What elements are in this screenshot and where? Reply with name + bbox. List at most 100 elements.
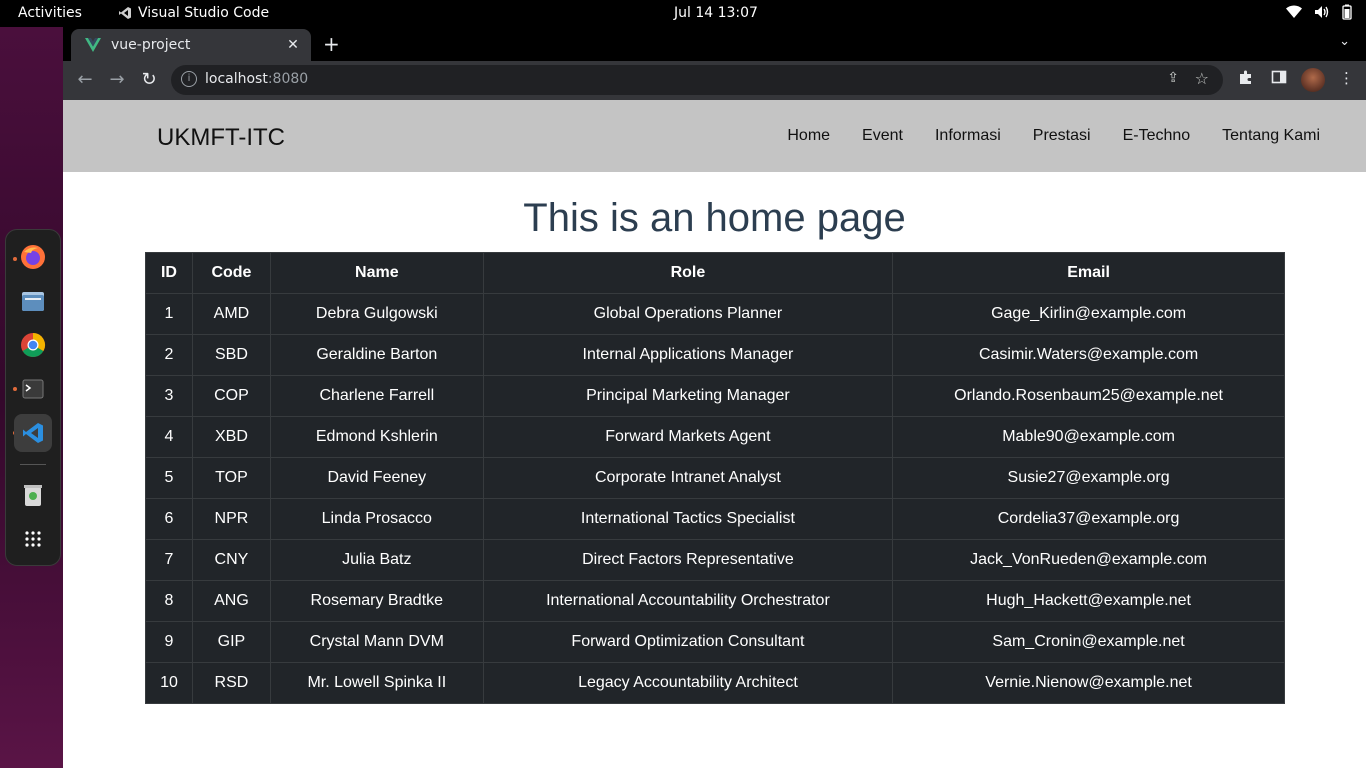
files-icon[interactable] bbox=[14, 282, 52, 320]
more-menu-icon[interactable]: ⋮ bbox=[1339, 69, 1354, 87]
cell-role: Global Operations Planner bbox=[482, 293, 894, 335]
cell-role: Principal Marketing Manager bbox=[482, 375, 894, 417]
bookmark-star-icon[interactable]: ☆ bbox=[1195, 69, 1209, 88]
forward-arrow-icon[interactable]: → bbox=[105, 69, 129, 93]
cell-id: 6 bbox=[145, 498, 193, 540]
column-header-name: Name bbox=[269, 252, 484, 294]
address-bar[interactable]: i localhost:8080 ⇪ ☆ bbox=[171, 65, 1223, 95]
cell-name: Charlene Farrell bbox=[269, 375, 484, 417]
table-row: 2 SBD Geraldine Barton Internal Application… bbox=[145, 334, 1285, 376]
browser-toolbar: ← → ↻ i localhost:8080 ⇪ ☆ ⋮ bbox=[63, 61, 1366, 100]
close-tab-icon[interactable]: ✕ bbox=[283, 37, 303, 53]
new-tab-icon[interactable]: + bbox=[323, 32, 340, 56]
reload-icon[interactable]: ↻ bbox=[137, 69, 161, 93]
dock-separator bbox=[20, 464, 46, 465]
cell-email: Gage_Kirlin@example.com bbox=[892, 293, 1285, 335]
cell-email: Vernie.Nienow@example.net bbox=[892, 662, 1285, 704]
app-grid-icon[interactable] bbox=[14, 520, 52, 558]
tab-vue-project[interactable]: vue-project ✕ bbox=[71, 29, 311, 61]
site-info-icon[interactable]: i bbox=[181, 71, 197, 87]
system-top-bar: Activities Visual Studio Code Jul 14 13:… bbox=[0, 0, 1366, 27]
table-row: 10 RSD Mr. Lowell Spinka II Legacy Accounta… bbox=[145, 662, 1285, 704]
cell-code: GIP bbox=[191, 621, 271, 663]
share-icon[interactable]: ⇪ bbox=[1167, 70, 1179, 86]
cell-email: Hugh_Hackett@example.net bbox=[892, 580, 1285, 622]
cell-name: Debra Gulgowski bbox=[269, 293, 484, 335]
terminal-icon[interactable] bbox=[14, 370, 52, 408]
column-header-code: Code bbox=[191, 252, 271, 294]
site-navbar: UKMFT-ITC Home Event Informasi Prestasi … bbox=[63, 100, 1366, 172]
table-row: 9 GIP Crystal Mann DVM Forward Optimization… bbox=[145, 621, 1285, 663]
volume-icon bbox=[1314, 5, 1330, 23]
cell-name: Mr. Lowell Spinka II bbox=[269, 662, 484, 704]
cell-email: Orlando.Rosenbaum25@example.net bbox=[892, 375, 1285, 417]
back-arrow-icon[interactable]: ← bbox=[73, 69, 97, 93]
side-panel-icon[interactable] bbox=[1271, 69, 1287, 89]
cell-email: Casimir.Waters@example.com bbox=[892, 334, 1285, 376]
cell-email: Cordelia37@example.org bbox=[892, 498, 1285, 540]
extensions-puzzle-icon[interactable] bbox=[1238, 69, 1254, 89]
web-page: UKMFT-ITC Home Event Informasi Prestasi … bbox=[63, 100, 1366, 768]
nav-link-e-techno[interactable]: E-Techno bbox=[1123, 127, 1191, 145]
cell-code: COP bbox=[191, 375, 271, 417]
url-text: localhost:8080 bbox=[205, 71, 308, 87]
tab-strip: vue-project ✕ + ⌄ bbox=[63, 27, 1366, 61]
table-row: 5 TOP David Feeney Corporate Intranet Analy… bbox=[145, 457, 1285, 499]
cell-id: 8 bbox=[145, 580, 193, 622]
cell-role: International Tactics Specialist bbox=[482, 498, 894, 540]
cell-name: David Feeney bbox=[269, 457, 484, 499]
activities-button[interactable]: Activities bbox=[18, 5, 82, 21]
trash-icon[interactable] bbox=[14, 476, 52, 514]
table-row: 1 AMD Debra Gulgowski Global Operations Pla… bbox=[145, 293, 1285, 335]
cell-code: NPR bbox=[191, 498, 271, 540]
firefox-icon[interactable] bbox=[14, 238, 52, 276]
clock[interactable]: Jul 14 13:07 bbox=[674, 5, 758, 21]
cell-code: CNY bbox=[191, 539, 271, 581]
dock bbox=[5, 229, 61, 566]
cell-name: Geraldine Barton bbox=[269, 334, 484, 376]
table-row: 4 XBD Edmond Kshlerin Forward Markets Agent… bbox=[145, 416, 1285, 458]
system-tray[interactable] bbox=[1286, 4, 1352, 24]
cell-id: 5 bbox=[145, 457, 193, 499]
cell-name: Edmond Kshlerin bbox=[269, 416, 484, 458]
cell-name: Rosemary Bradtke bbox=[269, 580, 484, 622]
vscode-icon[interactable] bbox=[14, 414, 52, 452]
chrome-icon[interactable] bbox=[14, 326, 52, 364]
nav-link-event[interactable]: Event bbox=[862, 127, 903, 145]
column-header-email: Email bbox=[892, 252, 1285, 294]
cell-name: Julia Batz bbox=[269, 539, 484, 581]
cell-name: Linda Prosacco bbox=[269, 498, 484, 540]
cell-role: Direct Factors Representative bbox=[482, 539, 894, 581]
cell-email: Susie27@example.org bbox=[892, 457, 1285, 499]
cell-id: 9 bbox=[145, 621, 193, 663]
nav-link-informasi[interactable]: Informasi bbox=[935, 127, 1001, 145]
cell-id: 3 bbox=[145, 375, 193, 417]
table-row: 6 NPR Linda Prosacco International Tactics … bbox=[145, 498, 1285, 540]
cell-code: TOP bbox=[191, 457, 271, 499]
cell-id: 4 bbox=[145, 416, 193, 458]
url-port: :8080 bbox=[267, 71, 309, 87]
tab-search-chevron-icon[interactable]: ⌄ bbox=[1339, 34, 1350, 49]
nav-link-prestasi[interactable]: Prestasi bbox=[1033, 127, 1091, 145]
nav-link-home[interactable]: Home bbox=[787, 127, 830, 145]
browser-window: vue-project ✕ + ⌄ ← → ↻ i localhost:8080… bbox=[63, 27, 1366, 768]
tab-title: vue-project bbox=[111, 37, 191, 53]
page-title: This is an home page bbox=[523, 196, 906, 240]
cell-email: Mable90@example.com bbox=[892, 416, 1285, 458]
wifi-icon bbox=[1286, 5, 1302, 23]
cell-id: 10 bbox=[145, 662, 193, 704]
battery-icon bbox=[1342, 4, 1352, 24]
vscode-small-icon bbox=[119, 7, 131, 19]
table-row: 7 CNY Julia Batz Direct Factors Representat… bbox=[145, 539, 1285, 581]
cell-role: Forward Markets Agent bbox=[482, 416, 894, 458]
cell-code: SBD bbox=[191, 334, 271, 376]
cell-role: Legacy Accountability Architect bbox=[482, 662, 894, 704]
nav-link-tentang-kami[interactable]: Tentang Kami bbox=[1222, 127, 1320, 145]
table-row: 8 ANG Rosemary Bradtke International Accoun… bbox=[145, 580, 1285, 622]
cell-role: Internal Applications Manager bbox=[482, 334, 894, 376]
column-header-role: Role bbox=[482, 252, 894, 294]
profile-avatar[interactable] bbox=[1301, 68, 1325, 92]
site-brand[interactable]: UKMFT-ITC bbox=[157, 124, 285, 152]
app-menu[interactable]: Visual Studio Code bbox=[118, 5, 269, 21]
cell-id: 7 bbox=[145, 539, 193, 581]
